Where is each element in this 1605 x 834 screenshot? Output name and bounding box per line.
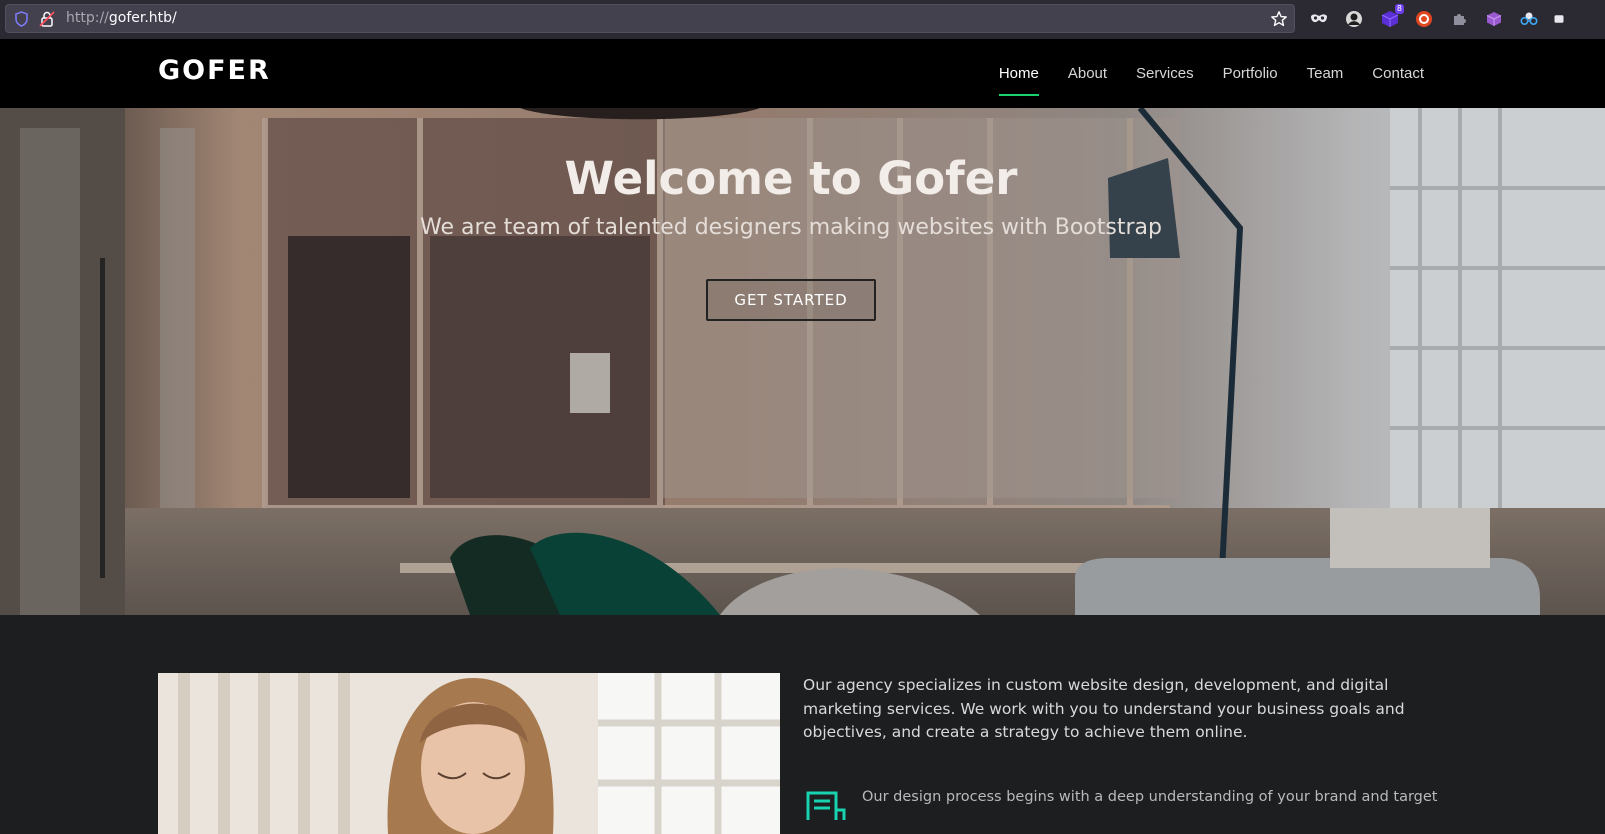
site-header: GOFER Home About Services Portfolio Team… [0, 39, 1605, 108]
url-text[interactable]: http://gofer.htb/ [66, 10, 177, 26]
address-bar[interactable]: http://gofer.htb/ [5, 4, 1295, 33]
extension-badge: 8 [1394, 4, 1404, 14]
puzzle-extension-icon[interactable] [1449, 9, 1469, 29]
url-host: gofer.htb/ [108, 10, 177, 26]
insecure-lock-icon[interactable] [39, 10, 55, 32]
profile-extension-icon[interactable] [1344, 9, 1364, 29]
glasses-extension-icon[interactable] [1519, 9, 1539, 29]
nav-portfolio[interactable]: Portfolio [1223, 59, 1278, 88]
browser-toolbar: http://gofer.htb/ 8 [0, 0, 1605, 39]
hero-subtitle: We are team of talented designers making… [420, 215, 1162, 240]
design-process-text: Our design process begins with a deep un… [862, 789, 1438, 805]
site-logo[interactable]: GOFER [158, 55, 271, 86]
nav-services[interactable]: Services [1136, 59, 1194, 88]
nav-home[interactable]: Home [998, 59, 1039, 96]
url-scheme: http:// [66, 10, 109, 26]
about-image [158, 673, 780, 834]
mask-extension-icon[interactable] [1309, 9, 1329, 29]
nav-about[interactable]: About [1068, 59, 1107, 88]
nav-team[interactable]: Team [1307, 59, 1344, 88]
shield-icon[interactable] [14, 11, 29, 31]
overflow-extension-icon[interactable] [1553, 9, 1565, 29]
duckduckgo-extension-icon[interactable] [1414, 9, 1434, 29]
about-paragraph: Our agency specializes in custom website… [803, 676, 1405, 741]
document-icon [806, 790, 848, 825]
nav-contact[interactable]: Contact [1372, 59, 1424, 88]
hero-title: Welcome to Gofer [564, 152, 1018, 205]
purple-cube-extension-icon[interactable] [1484, 9, 1504, 29]
cube-extension-icon[interactable]: 8 [1380, 4, 1404, 29]
hero-section: Welcome to Gofer We are team of talented… [0, 108, 1605, 615]
get-started-button[interactable]: GET STARTED [706, 279, 876, 321]
star-icon[interactable] [1270, 10, 1288, 32]
main-nav: Home About Services Portfolio Team Conta… [998, 39, 1424, 108]
